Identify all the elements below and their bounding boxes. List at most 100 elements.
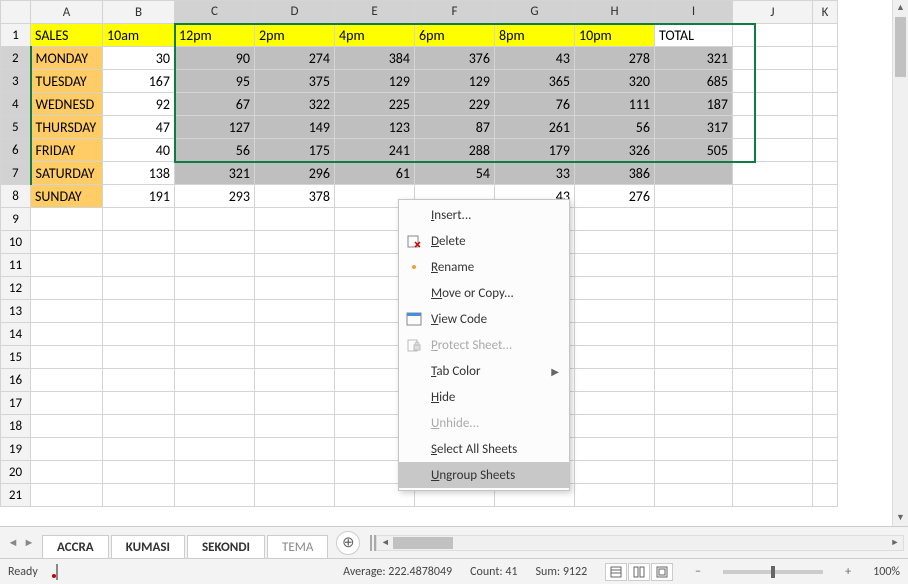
cell-K2[interactable] (813, 47, 838, 70)
cell-I4[interactable]: 187 (655, 93, 733, 116)
cell-H11[interactable] (575, 254, 655, 277)
row-header-18[interactable]: 18 (1, 415, 31, 438)
cell-A8[interactable]: SUNDAY (31, 185, 103, 208)
cell-H13[interactable] (575, 300, 655, 323)
cell-C6[interactable]: 56 (175, 139, 255, 162)
zoom-level[interactable]: 100% (873, 565, 900, 579)
cell-K18[interactable] (813, 415, 838, 438)
cell-I20[interactable] (655, 461, 733, 484)
cell-J3[interactable] (733, 70, 813, 93)
row-header-16[interactable]: 16 (1, 369, 31, 392)
cell-I15[interactable] (655, 346, 733, 369)
cell-A7[interactable]: SATURDAY (31, 162, 103, 185)
cell-B9[interactable] (103, 208, 175, 231)
col-header-A[interactable]: A (31, 1, 103, 24)
cell-H8[interactable]: 276 (575, 185, 655, 208)
row-header-21[interactable]: 21 (1, 484, 31, 507)
scroll-right-icon[interactable]: ► (887, 536, 903, 550)
cell-I14[interactable] (655, 323, 733, 346)
cell-C15[interactable] (175, 346, 255, 369)
cell-H15[interactable] (575, 346, 655, 369)
cell-H7[interactable]: 386 (575, 162, 655, 185)
cell-B21[interactable] (103, 484, 175, 507)
cell-F2[interactable]: 376 (415, 47, 495, 70)
scroll-left-icon[interactable]: ◄ (377, 536, 393, 550)
cell-K7[interactable] (813, 162, 838, 185)
cell-J11[interactable] (733, 254, 813, 277)
col-header-J[interactable]: J (733, 1, 813, 24)
cell-B11[interactable] (103, 254, 175, 277)
cell-H5[interactable]: 56 (575, 116, 655, 139)
sheet-tab-accra[interactable]: ACCRA (42, 535, 109, 559)
col-header-G[interactable]: G (495, 1, 575, 24)
row-header-7[interactable]: 7 (1, 162, 31, 185)
cell-I9[interactable] (655, 208, 733, 231)
row-header-13[interactable]: 13 (1, 300, 31, 323)
cell-H17[interactable] (575, 392, 655, 415)
cell-I3[interactable]: 685 (655, 70, 733, 93)
cell-C9[interactable] (175, 208, 255, 231)
cell-H6[interactable]: 326 (575, 139, 655, 162)
cell-G5[interactable]: 261 (495, 116, 575, 139)
cell-K5[interactable] (813, 116, 838, 139)
cell-J8[interactable] (733, 185, 813, 208)
cell-C14[interactable] (175, 323, 255, 346)
cell-B14[interactable] (103, 323, 175, 346)
cell-K4[interactable] (813, 93, 838, 116)
menu-hide[interactable]: Hide (399, 384, 569, 410)
zoom-slider[interactable] (723, 570, 823, 574)
sheet-tab-sekondi[interactable]: SEKONDI (187, 535, 265, 559)
col-header-C[interactable]: C (175, 1, 255, 24)
cell-K10[interactable] (813, 231, 838, 254)
cell-H9[interactable] (575, 208, 655, 231)
cell-D8[interactable]: 378 (255, 185, 335, 208)
cell-G1[interactable]: 8pm (495, 24, 575, 47)
cell-D19[interactable] (255, 438, 335, 461)
cell-H2[interactable]: 278 (575, 47, 655, 70)
cell-B17[interactable] (103, 392, 175, 415)
cell-K13[interactable] (813, 300, 838, 323)
cell-J12[interactable] (733, 277, 813, 300)
cell-H3[interactable]: 320 (575, 70, 655, 93)
col-header-I[interactable]: I (655, 1, 733, 24)
cell-C19[interactable] (175, 438, 255, 461)
cell-K8[interactable] (813, 185, 838, 208)
cell-H20[interactable] (575, 461, 655, 484)
cell-A1[interactable]: SALES (31, 24, 103, 47)
cell-A14[interactable] (31, 323, 103, 346)
cell-K16[interactable] (813, 369, 838, 392)
cell-A16[interactable] (31, 369, 103, 392)
cell-I17[interactable] (655, 392, 733, 415)
scroll-down-icon[interactable]: ▼ (893, 510, 908, 526)
cell-D21[interactable] (255, 484, 335, 507)
cell-A19[interactable] (31, 438, 103, 461)
zoom-out-button[interactable]: − (691, 565, 705, 579)
cell-I1[interactable]: TOTAL (655, 24, 733, 47)
cell-C3[interactable]: 95 (175, 70, 255, 93)
cell-K14[interactable] (813, 323, 838, 346)
cell-K9[interactable] (813, 208, 838, 231)
cell-D12[interactable] (255, 277, 335, 300)
cell-B4[interactable]: 92 (103, 93, 175, 116)
cell-B13[interactable] (103, 300, 175, 323)
row-header-20[interactable]: 20 (1, 461, 31, 484)
cell-I21[interactable] (655, 484, 733, 507)
cell-A2[interactable]: MONDAY (31, 47, 103, 70)
cell-K12[interactable] (813, 277, 838, 300)
cell-B7[interactable]: 138 (103, 162, 175, 185)
cell-A13[interactable] (31, 300, 103, 323)
cell-K6[interactable] (813, 139, 838, 162)
cell-D7[interactable]: 296 (255, 162, 335, 185)
cell-I13[interactable] (655, 300, 733, 323)
cell-J21[interactable] (733, 484, 813, 507)
cell-D1[interactable]: 2pm (255, 24, 335, 47)
cell-F1[interactable]: 6pm (415, 24, 495, 47)
page-break-view-icon[interactable] (651, 563, 673, 581)
zoom-handle[interactable] (771, 566, 775, 578)
cell-B19[interactable] (103, 438, 175, 461)
cell-I6[interactable]: 505 (655, 139, 733, 162)
cell-H18[interactable] (575, 415, 655, 438)
cell-C4[interactable]: 67 (175, 93, 255, 116)
cell-B10[interactable] (103, 231, 175, 254)
cell-J2[interactable] (733, 47, 813, 70)
